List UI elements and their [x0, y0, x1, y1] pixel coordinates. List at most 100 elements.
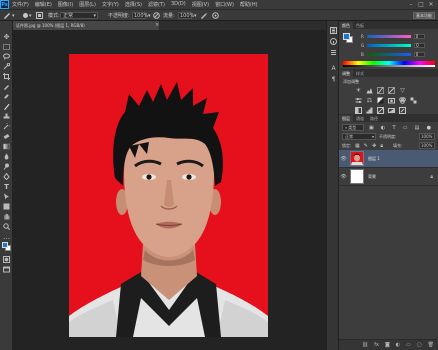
- lock-position-icon[interactable]: ✥: [372, 143, 376, 149]
- quick-select-tool-icon[interactable]: [2, 62, 11, 71]
- eyedropper-tool-icon[interactable]: [2, 82, 11, 91]
- layer-name[interactable]: 图层 1: [368, 156, 380, 162]
- blue-value[interactable]: 0: [413, 51, 425, 57]
- tab-layers[interactable]: 图层: [339, 115, 353, 122]
- layer-opacity-input[interactable]: 100%: [419, 133, 435, 140]
- chevron-down-icon[interactable]: ▾: [148, 12, 151, 19]
- green-slider[interactable]: G 0: [361, 42, 431, 48]
- eye-icon[interactable]: 👁︎: [339, 156, 348, 162]
- tool-preset-picker[interactable]: ▾: [3, 12, 15, 19]
- pen-tool-icon[interactable]: [2, 172, 11, 181]
- red-track[interactable]: [366, 34, 411, 38]
- menu-help[interactable]: 帮助(H): [240, 1, 258, 8]
- workspace-switcher[interactable]: 基本功能: [413, 12, 435, 19]
- levels-icon[interactable]: [366, 87, 373, 94]
- marquee-tool-icon[interactable]: [2, 42, 11, 51]
- smart-object-filter-icon[interactable]: ▤: [415, 125, 420, 131]
- foreground-color-swatch[interactable]: [2, 242, 8, 248]
- airbrush-toggle[interactable]: [200, 12, 208, 19]
- paragraph-panel-icon[interactable]: ¶: [330, 76, 337, 83]
- healing-brush-tool-icon[interactable]: [2, 92, 11, 101]
- red-value[interactable]: 0: [413, 33, 425, 39]
- menu-3d[interactable]: 3D(D): [171, 1, 186, 8]
- color-swatches[interactable]: [2, 242, 12, 252]
- opacity-input[interactable]: 100%: [132, 12, 148, 19]
- posterize-icon[interactable]: [366, 107, 373, 114]
- channel-mixer-icon[interactable]: [399, 97, 406, 104]
- menu-view[interactable]: 视图(V): [192, 1, 209, 8]
- menu-file[interactable]: 文件(F): [12, 1, 29, 8]
- quick-mask-icon[interactable]: [2, 255, 11, 264]
- document-canvas[interactable]: [69, 54, 268, 337]
- fill-input[interactable]: 100%: [419, 142, 435, 149]
- more-tools-icon[interactable]: …: [2, 232, 11, 241]
- color-lookup-icon[interactable]: [410, 97, 417, 104]
- green-value[interactable]: 0: [414, 42, 426, 48]
- layer-style-icon[interactable]: fx: [374, 342, 379, 348]
- lock-transparent-icon[interactable]: ▦: [355, 143, 360, 149]
- blend-mode-select[interactable]: 正常 ▾: [342, 133, 376, 140]
- menu-type[interactable]: 文字(Y): [102, 1, 119, 8]
- menu-window[interactable]: 窗口(W): [215, 1, 234, 8]
- green-track[interactable]: [367, 43, 412, 47]
- selective-color-icon[interactable]: [399, 107, 406, 114]
- blur-tool-icon[interactable]: [2, 152, 11, 161]
- chevron-down-icon[interactable]: ▾: [194, 12, 197, 19]
- layer-row[interactable]: 👁︎ 背景 🔒︎: [339, 168, 438, 186]
- tab-paths[interactable]: 路径: [367, 115, 381, 122]
- layer-name[interactable]: 背景: [368, 174, 376, 180]
- properties-panel-icon[interactable]: [330, 49, 337, 56]
- menu-image[interactable]: 图像(I): [58, 1, 73, 8]
- screen-mode-icon[interactable]: [2, 265, 11, 274]
- invert-icon[interactable]: [355, 107, 362, 114]
- photo-filter-icon[interactable]: [388, 97, 395, 104]
- eraser-tool-icon[interactable]: [2, 132, 11, 141]
- dodge-tool-icon[interactable]: [2, 162, 11, 171]
- color-balance-icon[interactable]: ⚖: [366, 97, 373, 104]
- new-group-icon[interactable]: ▭: [406, 342, 411, 348]
- add-mask-icon[interactable]: ◙: [385, 342, 390, 348]
- brightness-icon[interactable]: ☀: [355, 87, 362, 94]
- move-tool-icon[interactable]: ✥: [2, 32, 11, 41]
- brush-panel-toggle[interactable]: [36, 12, 43, 19]
- brush-size-picker[interactable]: ▾: [22, 12, 32, 19]
- blue-track[interactable]: [366, 52, 411, 56]
- mode-select[interactable]: 正常 ▾: [60, 12, 98, 19]
- tab-swatches[interactable]: 色板: [353, 22, 367, 29]
- type-filter-icon[interactable]: T: [392, 125, 395, 131]
- lock-all-icon[interactable]: 🔒︎: [380, 143, 383, 149]
- tab-channels[interactable]: 通道: [353, 115, 367, 122]
- lasso-tool-icon[interactable]: [2, 52, 11, 61]
- crop-tool-icon[interactable]: [2, 72, 11, 81]
- character-panel-icon[interactable]: A: [330, 65, 337, 72]
- clone-stamp-tool-icon[interactable]: [2, 112, 11, 121]
- shape-tool-icon[interactable]: [2, 202, 11, 211]
- pressure-size-toggle[interactable]: [212, 12, 219, 19]
- menu-layer[interactable]: 图层(L): [79, 1, 96, 8]
- delete-layer-icon[interactable]: 🗑︎: [428, 342, 434, 348]
- hand-tool-icon[interactable]: [2, 212, 11, 221]
- layer-row-selected[interactable]: 👁︎ 图层 1: [339, 150, 438, 168]
- type-tool-icon[interactable]: T: [2, 182, 11, 191]
- exposure-icon[interactable]: [388, 87, 395, 94]
- minimize-button[interactable]: –: [406, 1, 416, 8]
- vibrance-icon[interactable]: ▽: [399, 87, 406, 94]
- new-adjustment-icon[interactable]: ◐: [396, 342, 400, 348]
- gradient-map-icon[interactable]: [388, 107, 395, 114]
- curves-icon[interactable]: [377, 87, 384, 94]
- color-panel-swatches[interactable]: [343, 33, 353, 43]
- pressure-opacity-toggle[interactable]: [153, 12, 160, 19]
- menu-filter[interactable]: 滤镜(T): [148, 1, 165, 8]
- maximize-button[interactable]: □: [416, 1, 426, 8]
- gradient-tool-icon[interactable]: [2, 142, 11, 151]
- pixel-filter-icon[interactable]: ▣: [369, 125, 374, 131]
- red-slider[interactable]: R 0: [361, 33, 431, 39]
- document-tab[interactable]: 证件照.jpg @ 100% (图层 1, RGB/8): [13, 21, 159, 30]
- zoom-tool-icon[interactable]: [2, 222, 11, 231]
- hue-saturation-icon[interactable]: [355, 97, 362, 104]
- history-panel-icon[interactable]: [330, 27, 337, 34]
- adjustment-filter-icon[interactable]: ◐: [381, 125, 385, 131]
- threshold-icon[interactable]: [377, 107, 384, 114]
- brush-tool-icon[interactable]: [2, 102, 11, 111]
- menu-edit[interactable]: 编辑(E): [35, 1, 52, 8]
